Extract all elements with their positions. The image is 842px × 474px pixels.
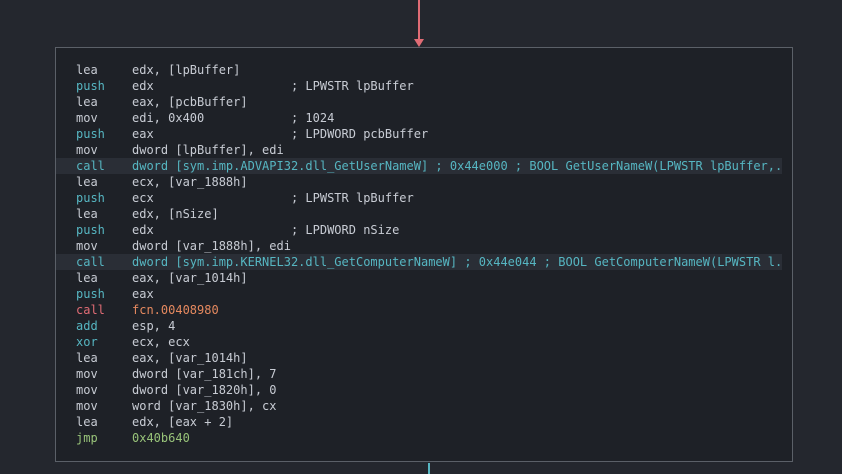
instruction-operands: dword [sym.imp.KERNEL32.dll_GetComputerN… <box>132 255 782 269</box>
instruction-operands: eax ; LPDWORD pcbBuffer <box>132 127 429 141</box>
instruction-mnemonic: call <box>76 255 105 269</box>
instruction-line[interactable]: push eax <box>76 286 782 302</box>
instruction-operands: eax, [pcbBuffer] <box>132 95 248 109</box>
instruction-mnemonic: lea <box>76 415 98 429</box>
instruction-mnemonic: mov <box>76 399 98 413</box>
incoming-edge <box>418 0 420 41</box>
instruction-mnemonic: call <box>76 303 105 317</box>
instruction-line[interactable]: lea edx, [nSize] <box>76 206 782 222</box>
instruction-operands: eax, [var_1014h] <box>132 271 248 285</box>
instruction-operands: edx ; LPDWORD nSize <box>132 223 400 237</box>
instruction-mnemonic: mov <box>76 111 98 125</box>
instruction-operands: dword [sym.imp.ADVAPI32.dll_GetUserNameW… <box>132 159 782 173</box>
instruction-operands: edx, [nSize] <box>132 207 219 221</box>
instruction-operands: eax <box>132 287 154 301</box>
instruction-line[interactable]: jmp 0x40b640 <box>76 430 782 446</box>
instruction-line[interactable]: call dword [sym.imp.ADVAPI32.dll_GetUserN… <box>56 158 782 174</box>
disassembly-graph-node[interactable]: lea edx, [lpBuffer] push edx ; LPWSTR lpBuf… <box>55 47 793 462</box>
instruction-operands: ecx, [var_1888h] <box>132 175 248 189</box>
instruction-mnemonic: push <box>76 287 105 301</box>
instruction-mnemonic: mov <box>76 143 98 157</box>
instruction-mnemonic: lea <box>76 95 98 109</box>
instruction-line[interactable]: push eax ; LPDWORD pcbBuffer <box>76 126 782 142</box>
outgoing-edge <box>428 463 430 474</box>
instruction-mnemonic: call <box>76 159 105 173</box>
instruction-operands: word [var_1830h], cx <box>132 399 277 413</box>
instruction-mnemonic: push <box>76 79 105 93</box>
instruction-line[interactable]: xor ecx, ecx <box>76 334 782 350</box>
instruction-operands: dword [var_1820h], 0 <box>132 383 277 397</box>
instruction-operands: dword [lpBuffer], edi <box>132 143 284 157</box>
instruction-line[interactable]: mov edi, 0x400 ; 1024 <box>76 110 782 126</box>
instruction-mnemonic: lea <box>76 175 98 189</box>
instruction-line[interactable]: lea edx, [eax + 2] <box>76 414 782 430</box>
instruction-line[interactable]: mov dword [var_1820h], 0 <box>76 382 782 398</box>
instruction-line[interactable]: mov word [var_1830h], cx <box>76 398 782 414</box>
instruction-operands: dword [var_181ch], 7 <box>132 367 277 381</box>
instruction-line[interactable]: lea ecx, [var_1888h] <box>76 174 782 190</box>
instruction-line[interactable]: add esp, 4 <box>76 318 782 334</box>
instruction-mnemonic: mov <box>76 239 98 253</box>
instruction-operands: edi, 0x400 ; 1024 <box>132 111 335 125</box>
instruction-line[interactable]: lea edx, [lpBuffer] <box>76 62 782 78</box>
instruction-line[interactable]: lea eax, [var_1014h] <box>76 270 782 286</box>
instruction-operands: edx ; LPWSTR lpBuffer <box>132 79 414 93</box>
instruction-line[interactable]: lea eax, [var_1014h] <box>76 350 782 366</box>
instruction-line[interactable]: call dword [sym.imp.KERNEL32.dll_GetCompu… <box>56 254 782 270</box>
instruction-mnemonic: xor <box>76 335 98 349</box>
instruction-operands: edx, [lpBuffer] <box>132 63 241 77</box>
instruction-operands: edx, [eax + 2] <box>132 415 234 429</box>
instruction-line[interactable]: push edx ; LPWSTR lpBuffer <box>76 78 782 94</box>
instruction-list: lea edx, [lpBuffer] push edx ; LPWSTR lpBuf… <box>56 62 782 446</box>
instruction-line[interactable]: push ecx ; LPWSTR lpBuffer <box>76 190 782 206</box>
instruction-operands[interactable]: 0x40b640 <box>132 430 190 446</box>
instruction-operands: esp, 4 <box>132 319 176 333</box>
instruction-mnemonic: mov <box>76 367 98 381</box>
instruction-line[interactable]: mov dword [var_181ch], 7 <box>76 366 782 382</box>
instruction-operands: ecx, ecx <box>132 335 190 349</box>
instruction-mnemonic: lea <box>76 63 98 77</box>
incoming-edge-arrow-icon <box>414 39 424 47</box>
instruction-mnemonic: push <box>76 127 105 141</box>
instruction-line[interactable]: mov dword [lpBuffer], edi <box>76 142 782 158</box>
instruction-mnemonic: push <box>76 191 105 205</box>
instruction-mnemonic: add <box>76 319 98 333</box>
instruction-operands: dword [var_1888h], edi <box>132 239 291 253</box>
instruction-line[interactable]: call fcn.00408980 <box>76 302 782 318</box>
instruction-mnemonic: mov <box>76 383 98 397</box>
instruction-mnemonic: jmp <box>76 431 98 445</box>
instruction-mnemonic: lea <box>76 207 98 221</box>
instruction-operands: eax, [var_1014h] <box>132 351 248 365</box>
instruction-mnemonic: lea <box>76 351 98 365</box>
instruction-line[interactable]: push edx ; LPDWORD nSize <box>76 222 782 238</box>
instruction-operands: ecx ; LPWSTR lpBuffer <box>132 191 414 205</box>
instruction-operands[interactable]: fcn.00408980 <box>132 302 219 318</box>
instruction-mnemonic: push <box>76 223 105 237</box>
instruction-line[interactable]: lea eax, [pcbBuffer] <box>76 94 782 110</box>
instruction-mnemonic: lea <box>76 271 98 285</box>
instruction-line[interactable]: mov dword [var_1888h], edi <box>76 238 782 254</box>
